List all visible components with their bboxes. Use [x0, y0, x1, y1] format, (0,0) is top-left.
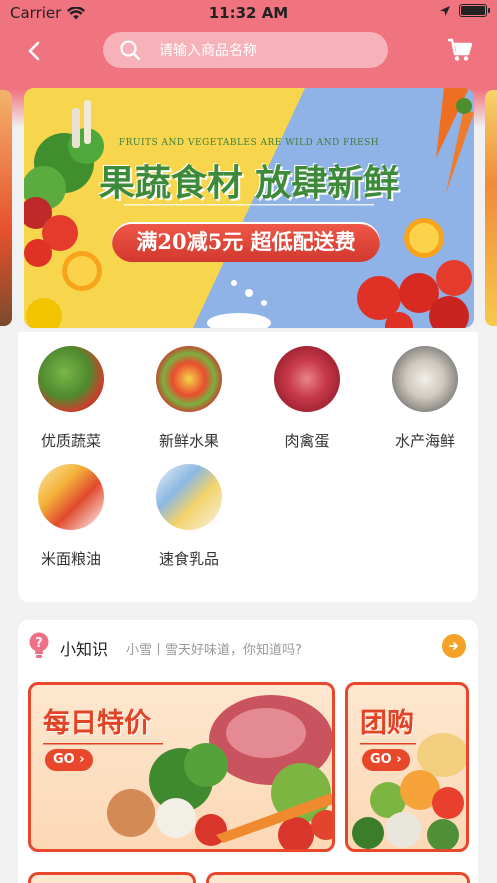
dairy-icon [156, 464, 222, 530]
meat-icon [274, 346, 340, 412]
bottom-tile-left[interactable] [28, 872, 196, 883]
chevron-right-icon: › [396, 752, 402, 767]
status-bar: Carrier 11:32 AM [0, 0, 497, 26]
go-label: GO [53, 752, 75, 767]
go-label: GO [370, 752, 392, 767]
category-grid: 优质蔬菜 新鲜水果 肉禽蛋 水产海鲜 米面粮油 速食乳品 [18, 332, 478, 602]
category-label: 肉禽蛋 [284, 432, 330, 450]
clock: 11:32 AM [208, 4, 289, 22]
category-meat[interactable]: 肉禽蛋 [259, 346, 355, 451]
knowledge-go-button[interactable] [442, 634, 466, 658]
banner-promo: 满20减5元 超低配送费 [112, 222, 380, 262]
category-vegetables[interactable]: 优质蔬菜 [23, 346, 119, 451]
category-label: 优质蔬菜 [40, 432, 101, 450]
cart-icon[interactable] [447, 38, 473, 62]
back-arrow-icon[interactable] [20, 36, 50, 66]
knowledge-header[interactable]: ? 小知识 小雪丨雪天好味道，你知道吗? [18, 620, 478, 672]
category-grain-oil[interactable]: 米面粮油 [23, 464, 119, 569]
category-label: 新鲜水果 [158, 432, 219, 450]
nav-bar: 请输入商品名称 [0, 32, 497, 70]
daily-deal-title: 每日特价 [43, 708, 151, 739]
category-label: 速食乳品 [158, 550, 219, 568]
banner-subtitle: FRUITS AND VEGETABLES ARE WILD AND FRESH [118, 138, 380, 148]
knowledge-title: 小知识 [60, 640, 109, 659]
status-right [439, 4, 490, 17]
group-buy-go-button[interactable]: GO › [362, 749, 410, 771]
arrow-right-icon [449, 642, 459, 650]
promo-banner[interactable]: FRUITS AND VEGETABLES ARE WILD AND FRESH… [24, 88, 474, 328]
category-label: 水产海鲜 [394, 432, 455, 450]
daily-deal-tile[interactable]: 每日特价 GO › [28, 682, 335, 852]
battery-icon [459, 4, 490, 17]
group-buy-title: 团购 [360, 708, 414, 739]
lightbulb-icon: ? [29, 632, 49, 658]
search-icon [120, 40, 141, 61]
knowledge-card: ? 小知识 小雪丨雪天好味道，你知道吗? 每日特价 GO › 团购 GO › [18, 620, 478, 883]
banner-title: 果蔬食材 放肆新鲜 [98, 162, 400, 204]
location-arrow-icon [440, 5, 450, 16]
fruits-icon [156, 346, 222, 412]
chevron-right-icon: › [79, 752, 85, 767]
group-buy-tile[interactable]: 团购 GO › [345, 682, 469, 852]
search-placeholder: 请输入商品名称 [159, 43, 257, 59]
grain-oil-icon [38, 464, 104, 530]
vegetables-icon [38, 346, 104, 412]
search-input[interactable]: 请输入商品名称 [103, 32, 388, 68]
banner-prev-peek[interactable] [0, 90, 12, 326]
daily-deal-go-button[interactable]: GO › [45, 749, 93, 771]
category-fruits[interactable]: 新鲜水果 [141, 346, 237, 451]
svg-text:?: ? [35, 636, 43, 651]
knowledge-text: 小雪丨雪天好味道，你知道吗? [126, 643, 302, 658]
category-seafood[interactable]: 水产海鲜 [377, 346, 473, 451]
category-dairy[interactable]: 速食乳品 [141, 464, 237, 569]
banner-next-peek[interactable] [485, 90, 497, 326]
bottom-tile-right[interactable] [206, 872, 470, 883]
seafood-icon [392, 346, 458, 412]
category-label: 米面粮油 [40, 550, 101, 568]
vegetables-illustration [24, 88, 474, 328]
